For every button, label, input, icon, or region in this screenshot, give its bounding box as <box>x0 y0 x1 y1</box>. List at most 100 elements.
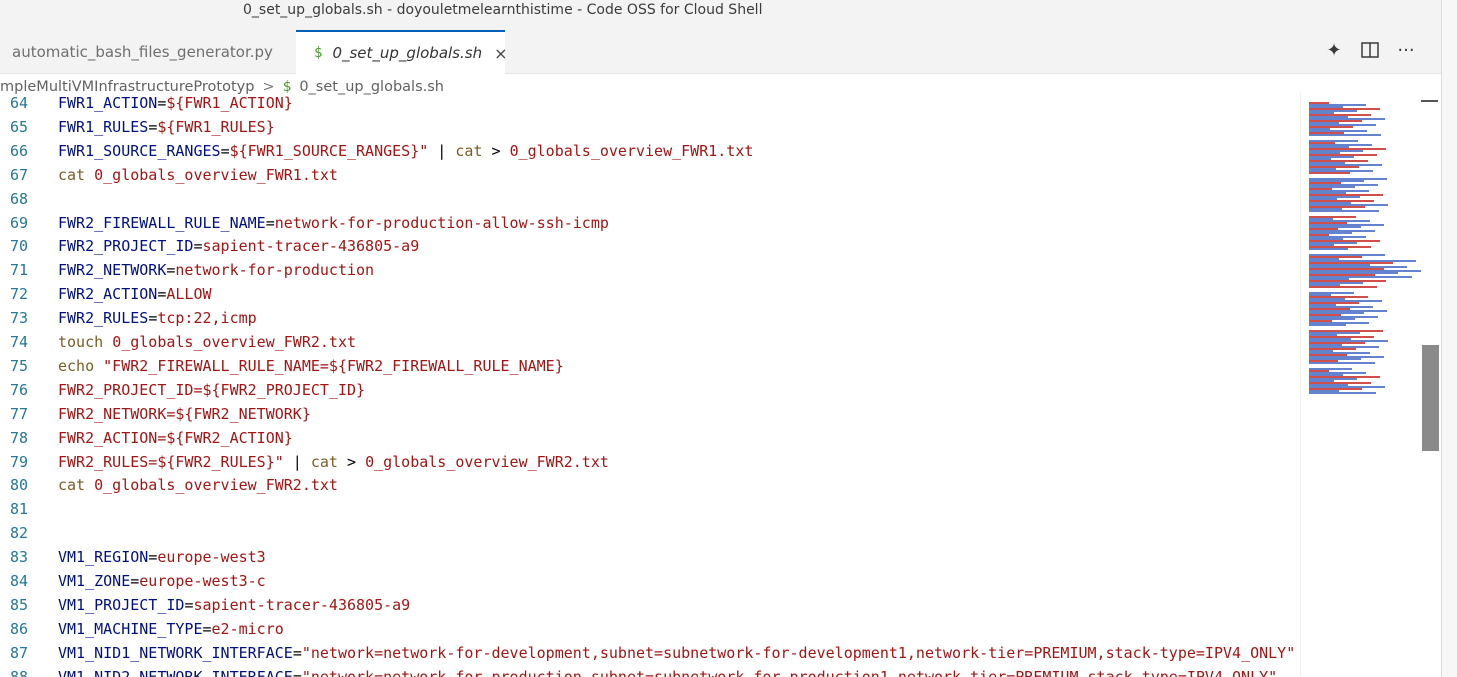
code-token: "FWR2_FIREWALL_RULE_NAME=${FWR2_FIREWALL… <box>103 356 564 375</box>
code-token: FWR2_PROJECT_ID <box>58 237 194 256</box>
code-line[interactable]: 74 touch 0_globals_overview_FWR2.txt <box>0 330 356 354</box>
code-token: cat <box>58 476 86 495</box>
code-token: = <box>148 117 158 136</box>
code-line[interactable]: 64 FWR1_ACTION=${FWR1_ACTION} <box>0 92 293 115</box>
code-line[interactable]: 75 echo "FWR2_FIREWALL_RULE_NAME=${FWR2_F… <box>0 354 564 378</box>
code-line[interactable]: 72 FWR2_ACTION=ALLOW <box>0 282 212 306</box>
line-number: 65 <box>9 117 28 136</box>
code-token: europe-west3-c <box>139 572 266 590</box>
code-line[interactable]: 86 VM1_MACHINE_TYPE=e2-micro <box>0 617 284 641</box>
code-token: cat <box>58 165 86 184</box>
sparkle-icon[interactable]: ✦ <box>1323 38 1345 62</box>
code-line[interactable]: 84 VM1_ZONE=europe-west3-c <box>0 569 266 593</box>
title-bar: 0_set_up_globals.sh - doyouletmelearnthi… <box>0 0 1441 30</box>
code-line[interactable]: 80 cat 0_globals_overview_FWR2.txt <box>0 473 338 497</box>
code-token: VM1_MACHINE_TYPE <box>58 619 203 638</box>
tab-label: 0_set_up_globals.sh <box>332 44 483 62</box>
code-token: FWR2_PROJECT_ID=${FWR2_PROJECT_ID} <box>58 380 366 399</box>
code-line[interactable]: 65 FWR1_RULES=${FWR1_RULES} <box>0 115 275 139</box>
line-number: 75 <box>9 356 28 375</box>
code-line[interactable]: 77 FWR2_NETWORK=${FWR2_NETWORK} <box>0 402 311 426</box>
code-token: 0_globals_overview_FWR1.txt <box>94 165 338 184</box>
code-line[interactable]: 78 FWR2_ACTION=${FWR2_ACTION} <box>0 426 293 450</box>
code-line[interactable]: 69 FWR2_FIREWALL_RULE_NAME=network-for-pr… <box>0 211 609 235</box>
code-line[interactable]: 88 VM1_NID2_NETWORK_INTERFACE="network=ne… <box>0 665 1277 677</box>
line-number: 81 <box>9 500 28 519</box>
code-line[interactable]: 73 FWR2_RULES=tcp:22,icmp <box>0 306 257 330</box>
code-token: = <box>130 572 140 590</box>
line-number: 70 <box>9 237 28 256</box>
code-token: "network=network-for-production,subnet=s… <box>301 667 1278 677</box>
code-token: 0_globals_overview_FWR2.txt <box>365 452 609 471</box>
minimap[interactable] <box>1300 92 1423 677</box>
minimap-line <box>1309 362 1375 364</box>
code-line[interactable]: 68 <box>0 187 58 211</box>
code-line[interactable]: 85 VM1_PROJECT_ID=sapient-tracer-436805-a… <box>0 593 410 617</box>
more-actions-icon[interactable]: ··· <box>1395 38 1417 62</box>
line-number: 76 <box>9 380 28 399</box>
line-number: 73 <box>9 309 28 328</box>
window-edge <box>1441 0 1457 677</box>
code-line[interactable]: 66 FWR1_SOURCE_RANGES=${FWR1_SOURCE_RANGE… <box>0 139 753 163</box>
code-token: ${FWR1_ACTION} <box>166 94 293 112</box>
line-number: 71 <box>9 261 28 280</box>
close-icon[interactable]: × <box>494 44 507 63</box>
code-token: FWR1_SOURCE_RANGES <box>58 141 221 160</box>
code-token: FWR2_RULES=${FWR2_RULES}" <box>58 452 284 471</box>
code-token: = <box>292 667 302 677</box>
code-token: tcp:22,icmp <box>157 309 257 328</box>
code-token: = <box>202 619 212 638</box>
line-number: 83 <box>9 548 28 567</box>
tab-automatic-bash-files-generator[interactable]: automatic_bash_files_generator.py <box>0 30 296 73</box>
code-line[interactable]: 70 FWR2_PROJECT_ID=sapient-tracer-436805-… <box>0 234 419 258</box>
code-token: ALLOW <box>166 285 212 304</box>
line-number: 79 <box>9 452 28 471</box>
code-line[interactable]: 76 FWR2_PROJECT_ID=${FWR2_PROJECT_ID} <box>0 378 365 402</box>
code-token: = <box>220 141 230 160</box>
code-token: FWR2_NETWORK=${FWR2_NETWORK} <box>58 404 311 423</box>
code-token: FWR2_ACTION <box>58 285 158 304</box>
minimap-line <box>1309 286 1377 288</box>
code-line[interactable]: 81 <box>0 497 58 521</box>
code-token: network-for-production <box>175 261 375 280</box>
code-token: ${FWR1_RULES} <box>157 117 275 136</box>
code-token: = <box>148 548 158 567</box>
code-line[interactable]: 67 cat 0_globals_overview_FWR1.txt <box>0 163 338 187</box>
window-title: 0_set_up_globals.sh - doyouletmelearnthi… <box>243 2 763 18</box>
tab-set-up-globals[interactable]: $ 0_set_up_globals.sh × <box>296 30 508 74</box>
line-number: 72 <box>9 285 28 304</box>
code-line[interactable]: 83 VM1_REGION=europe-west3 <box>0 545 266 569</box>
minimap-line <box>1309 210 1379 212</box>
line-number: 86 <box>9 619 28 638</box>
tab-bar: automatic_bash_files_generator.py $ 0_se… <box>0 30 1441 74</box>
code-token: 0_globals_overview_FWR2.txt <box>94 476 338 495</box>
code-token: VM1_ZONE <box>58 572 131 590</box>
code-token: touch <box>58 333 104 351</box>
code-token: VM1_PROJECT_ID <box>58 595 185 614</box>
line-number: 74 <box>9 333 28 351</box>
code-token: FWR2_ACTION=${FWR2_ACTION} <box>58 428 293 447</box>
line-number: 88 <box>9 667 28 677</box>
code-line[interactable]: 71 FWR2_NETWORK=network-for-production <box>0 258 374 282</box>
line-number: 64 <box>9 94 28 112</box>
code-token: > <box>337 452 366 471</box>
code-token: 0_globals_overview_FWR1.txt <box>509 141 754 160</box>
line-number: 87 <box>9 643 28 662</box>
code-token: > <box>482 141 510 160</box>
code-token: FWR2_FIREWALL_RULE_NAME <box>58 213 266 232</box>
code-editor[interactable]: 64 FWR1_ACTION = ${FWR1_ACTION} 65 FWR1_RULES… <box>0 92 1300 677</box>
minimap-line <box>1309 172 1350 174</box>
scrollbar-thumb[interactable] <box>1422 345 1439 451</box>
code-line[interactable]: 87 VM1_NID1_NETWORK_INTERFACE="network=ne… <box>0 641 1295 665</box>
split-editor-icon[interactable] <box>1359 38 1381 62</box>
minimap-line <box>1309 248 1348 250</box>
line-number: 66 <box>9 141 28 160</box>
line-number: 85 <box>9 595 28 614</box>
code-token: sapient-tracer-436805-a9 <box>202 237 420 256</box>
line-number: 68 <box>9 189 28 208</box>
code-line[interactable]: 82 <box>0 521 58 545</box>
code-line[interactable]: 79 FWR2_RULES=${FWR2_RULES}" | cat > 0_gl… <box>0 450 609 474</box>
